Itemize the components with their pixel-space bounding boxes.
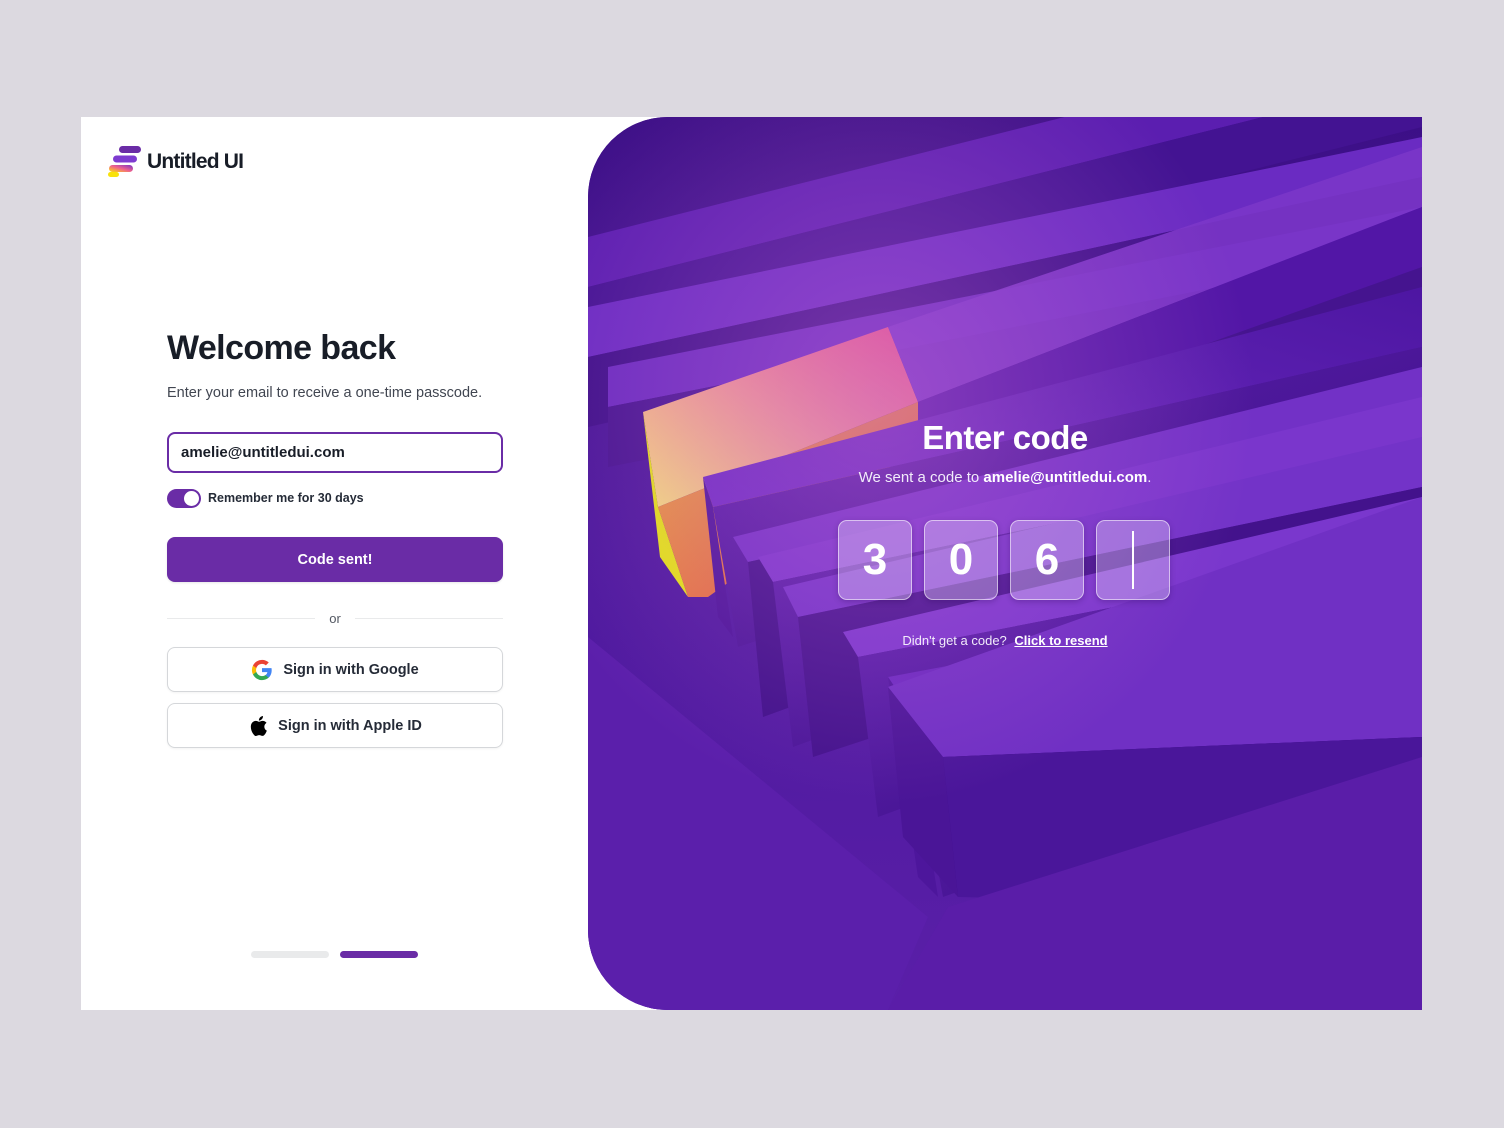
apple-signin-label: Sign in with Apple ID [278, 717, 422, 734]
verify-subtitle-email: amelie@untitledui.com [983, 469, 1148, 486]
brand-logo[interactable]: Untitled UI [108, 145, 244, 179]
divider-text: or [329, 610, 341, 626]
app-frame: Untitled UI Welcome back Enter your emai… [81, 117, 1422, 1010]
divider-line-left [167, 617, 316, 619]
apple-logo-icon [251, 715, 268, 736]
step-indicator [251, 951, 418, 958]
text-caret [1132, 531, 1134, 589]
verify-title: Enter code [922, 419, 1088, 456]
divider-line-right [354, 617, 503, 619]
logo-mark-icon [108, 146, 141, 177]
apple-signin-button[interactable]: Sign in with Apple ID [167, 703, 503, 748]
page-title: Welcome back [167, 329, 396, 367]
resend-code-link[interactable]: Click to resend [1014, 633, 1107, 648]
google-signin-label: Sign in with Google [283, 661, 419, 678]
otp-code-input: 3 0 6 [838, 520, 1170, 600]
otp-digit-1[interactable]: 3 [838, 520, 912, 600]
verify-subtitle-prefix: We sent a code to [858, 469, 980, 486]
email-input[interactable] [167, 432, 503, 473]
step-indicator-2[interactable] [340, 951, 418, 958]
remember-me-row: Remember me for 30 days [167, 488, 503, 508]
verify-subtitle-suffix: . [1147, 469, 1152, 486]
otp-digit-3[interactable]: 6 [1010, 520, 1084, 600]
otp-digit-4[interactable] [1096, 520, 1170, 600]
verify-subtitle: We sent a code to amelie@untitledui.com. [588, 469, 1422, 486]
send-code-button[interactable]: Code sent! [167, 537, 503, 582]
otp-digit-2[interactable]: 0 [924, 520, 998, 600]
page-subtitle: Enter your email to receive a one-time p… [167, 385, 483, 401]
resend-row: Didn't get a code? Click to resend [588, 633, 1422, 648]
google-signin-button[interactable]: Sign in with Google [167, 647, 503, 692]
or-divider: or [167, 608, 503, 628]
remember-me-label: Remember me for 30 days [208, 491, 364, 505]
google-logo-icon [252, 659, 273, 680]
login-form: Welcome back Enter your email to receive… [167, 327, 503, 748]
verification-panel: Enter code We sent a code to amelie@unti… [588, 117, 1422, 1010]
step-indicator-1[interactable] [251, 951, 329, 958]
resend-prompt: Didn't get a code? [902, 633, 1007, 648]
remember-me-toggle[interactable] [167, 488, 201, 508]
brand-name: Untitled UI [147, 150, 244, 173]
toggle-knob [184, 490, 199, 506]
